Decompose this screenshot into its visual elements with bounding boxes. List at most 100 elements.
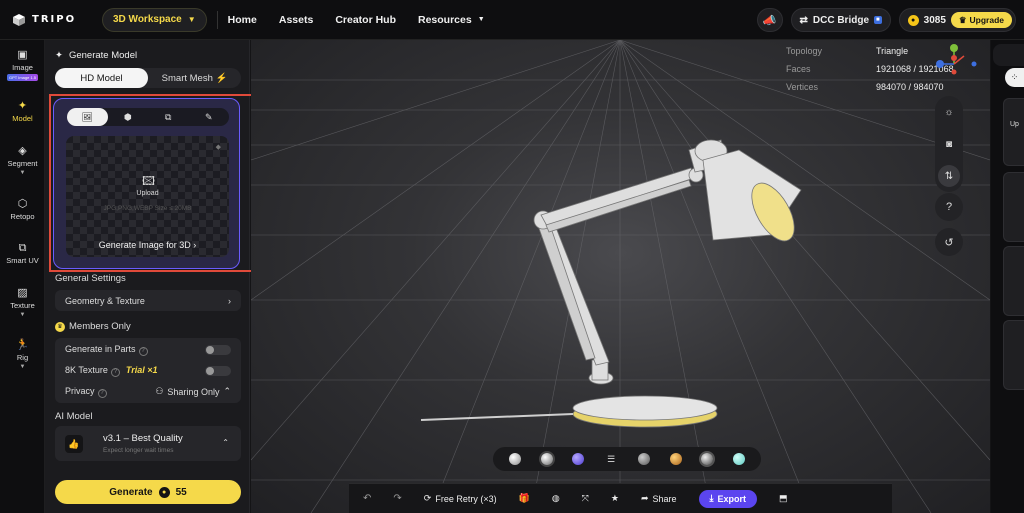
favorite-star-icon[interactable]: ★ [611,493,619,504]
nav-home[interactable]: Home [228,14,257,26]
privacy-dropdown[interactable]: ⚇ Sharing Only ⌃ [155,386,231,397]
rail-item-rig[interactable]: 🏃 Rig ▼ [0,330,45,380]
ai-model-selector[interactable]: 👍 v3.1 – Best Quality Expect longer wait… [55,426,241,461]
upload-card[interactable]: Up [1003,98,1024,166]
export-button[interactable]: ⤓ Export [698,489,758,508]
material-white[interactable] [540,453,553,465]
chevron-up-icon: ⌃ [223,386,231,396]
mesh-icon: ⬡ [17,198,28,210]
lamp-model [420,139,802,428]
tab-multi-image[interactable]: ⧉ [148,108,189,126]
material-gold[interactable] [669,453,682,465]
dcc-bridge-button[interactable]: ⇄ DCC Bridge ■ [790,8,891,32]
question-icon: ? [945,201,953,213]
material-cyan[interactable] [733,453,746,465]
help-icon[interactable]: ? [110,367,120,377]
option-label: Privacy? [65,386,107,398]
perspective-grid [251,40,990,513]
history-card[interactable] [1003,246,1024,316]
lighting-sun-icon[interactable]: ☼ [938,101,960,123]
workspace-dropdown[interactable]: 3D Workspace ▼ [102,7,207,32]
download-icon: ⤓ [709,493,714,503]
tab-single-image[interactable]: 🖼 [67,108,108,126]
axis-gizmo[interactable] [926,42,981,87]
nav-resources-label: Resources [418,13,472,26]
upload-dropzone[interactable]: ◆ 🖾 Upload JPG,PNG,WEBP Size ≤ 20MB Gene… [66,136,229,257]
gpt-image-badge: GPT Image 1.5 [6,73,39,81]
rail-item-texture[interactable]: ▨ Texture ▼ [0,276,45,330]
help-icon[interactable]: ? [97,388,107,398]
history-button[interactable]: ↺ [935,228,963,256]
view-mode-icon[interactable]: ◍ [552,493,560,504]
rail-item-model[interactable]: ✦ Model [0,90,45,134]
history-card[interactable] [1003,172,1024,242]
bottom-action-bar: ↶ ↷ ⟳ Free Retry (×3) 🎁 ◍ ⤧ ★ ➦ Share ⤓ … [349,483,892,513]
generate-in-parts-toggle[interactable] [205,344,231,355]
credits-display[interactable]: ● 3085 ♛ Upgrade [898,8,1016,32]
upgrade-button[interactable]: ♛ Upgrade [950,12,1012,28]
rail-item-smart-uv[interactable]: ⧉ Smart UV [0,232,45,276]
geometry-texture-row[interactable]: Geometry & Texture › [55,290,241,311]
option-label: 8K Texture? Trial ×1 [65,364,158,377]
tab-text-prompt[interactable]: ✎ [189,108,230,126]
tripo-logo[interactable]: TRIPO [12,13,90,27]
undo-icon[interactable]: ↶ [363,493,371,504]
tab-multi-view[interactable]: ⬢ [108,108,149,126]
grid-view-button[interactable]: ⁘ [1005,68,1024,87]
trial-badge: Trial ×1 [125,364,158,375]
fit-view-icon[interactable]: ⤧ [582,493,589,504]
chevron-right-icon: › [193,240,197,250]
diamond-icon: ◆ [215,144,221,151]
upload-format-hint: JPG,PNG,WEBP Size ≤ 20MB [103,205,192,212]
images-icon: ⧉ [165,111,172,122]
rail-item-segment[interactable]: ◈ Segment ▼ [0,134,45,188]
image-icon: 🖼 [81,111,93,122]
mode-hd-model[interactable]: HD Model [55,68,148,88]
logo-icon [13,13,25,26]
nav-creator-hub[interactable]: Creator Hub [335,14,396,26]
panel-header [993,44,1024,66]
sliders-icon[interactable]: ☰ [604,452,618,466]
cube-split-icon: ◈ [18,145,27,157]
member-options-card: Generate in Parts? 8K Texture? Trial ×1 P… [55,338,241,403]
gift-icon[interactable]: 🎁 [519,493,530,504]
coin-icon: ● [158,486,170,498]
mode-smart-mesh[interactable]: Smart Mesh ⚡ [148,68,241,88]
redo-icon[interactable]: ↷ [393,493,401,504]
generate-image-label: Generate Image for 3D [98,240,191,250]
new-tag-icon: ■ [874,16,882,24]
rig-icon: 🏃 [15,339,30,351]
feedback-icon[interactable]: ⬒ [779,493,788,504]
panel-title: ✦ Generate Model [55,50,137,61]
ai-model-title: v3.1 – Best Quality [103,433,183,444]
adjust-sliders-icon[interactable]: ⇅ [938,165,960,187]
help-icon[interactable]: ? [138,346,148,356]
sparkle-icon: ✦ [17,100,28,112]
nav-resources[interactable]: Resources ▼ [418,14,485,26]
dcc-bridge-label: DCC Bridge [812,14,870,26]
rail-item-retopo[interactable]: ⬡ Retopo [0,188,45,232]
generate-button[interactable]: Generate ● 55 [55,480,241,504]
nav-assets[interactable]: Assets [279,14,313,26]
3d-viewport[interactable]: Topology Triangle Faces 1921068 / 1921068 … [251,40,990,513]
grid-icon: ⁘ [1010,72,1019,82]
history-card[interactable] [1003,320,1024,390]
generate-cost: 55 [175,486,187,498]
material-clay[interactable] [508,453,521,465]
free-retry-button[interactable]: ⟳ Free Retry (×3) [424,493,497,504]
announcement-button[interactable]: 📣 [756,8,783,32]
coin-icon: ● [907,14,919,26]
8k-texture-toggle[interactable] [205,365,231,376]
camera-icon[interactable]: ◙ [938,133,960,155]
material-normal[interactable] [572,453,585,465]
share-button[interactable]: ➦ Share [641,493,677,504]
upgrade-label: Upgrade [969,15,1004,25]
rail-item-label: Image [12,62,33,72]
material-gray[interactable] [637,453,650,465]
material-metal[interactable] [701,453,714,465]
right-history-panel: ⁘ Up [991,40,1024,513]
privacy-value: Sharing Only [167,386,220,397]
rail-item-image[interactable]: ▣ Image GPT Image 1.5 [0,40,45,90]
generate-image-link[interactable]: Generate Image for 3D › [66,240,229,250]
help-button[interactable]: ? [935,193,963,221]
